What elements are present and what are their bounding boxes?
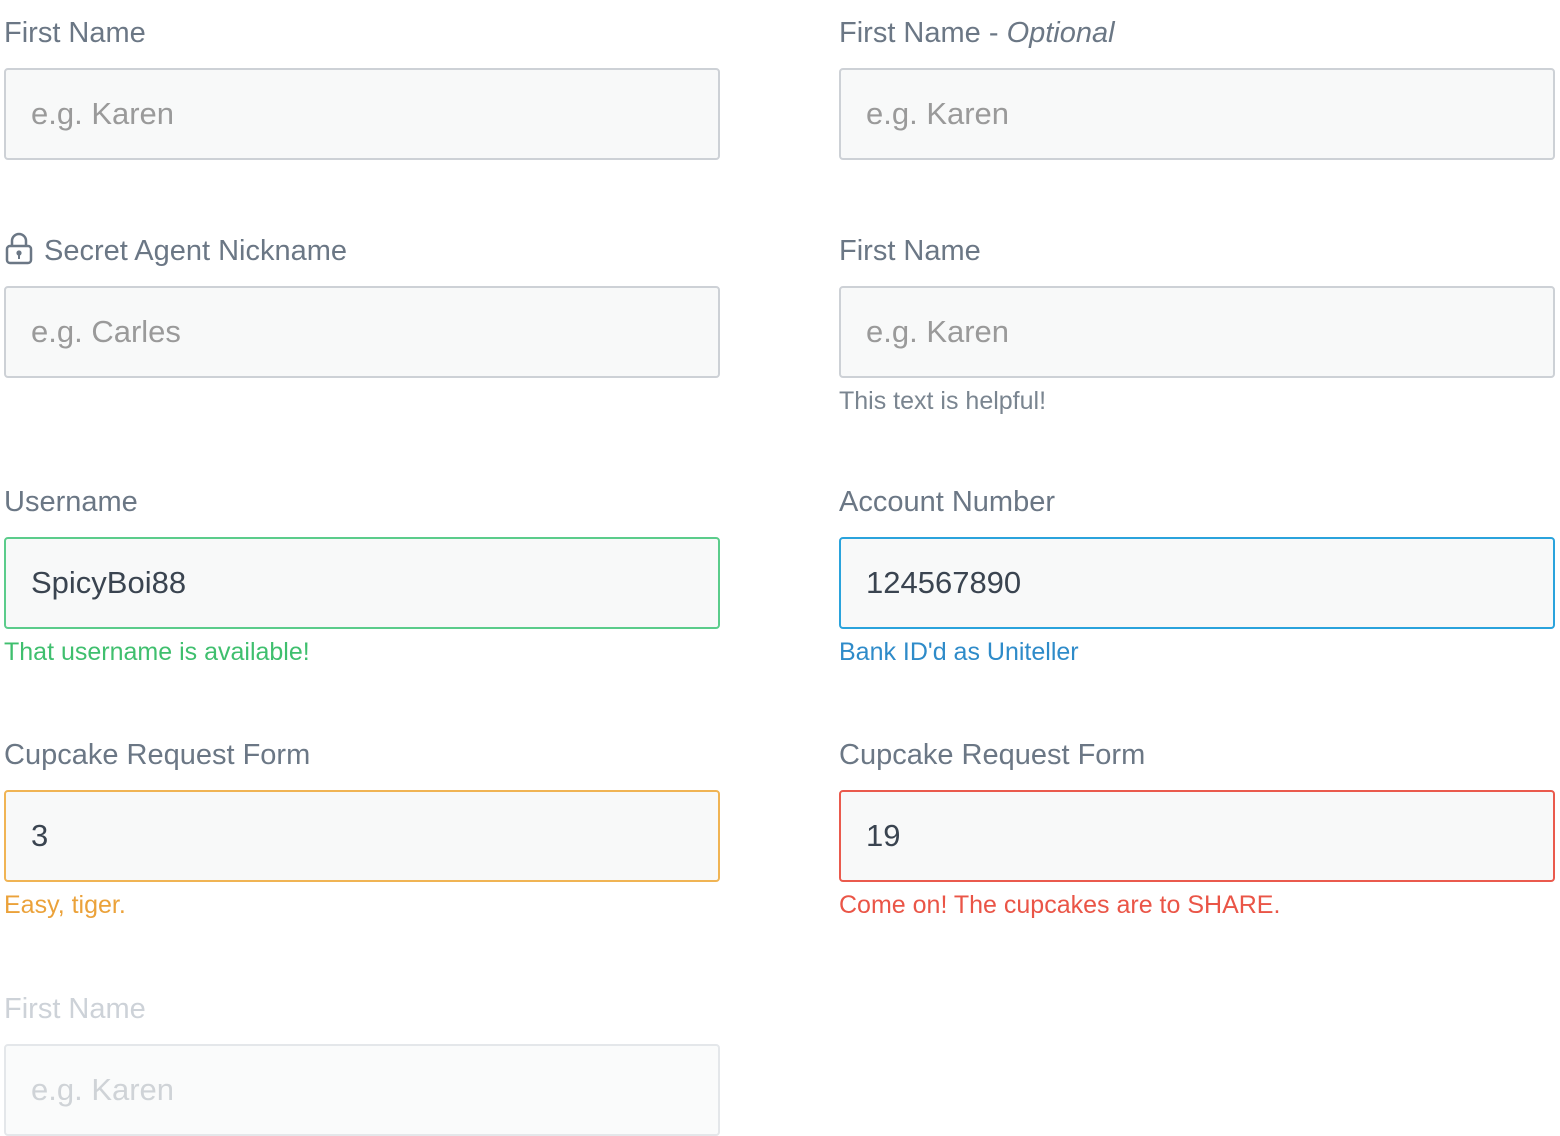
username-success-message: That username is available! xyxy=(4,638,310,666)
cupcake-error-field: Cupcake Request Form 19 Come on! The cup… xyxy=(839,738,1555,920)
cupcake-error-input[interactable]: 19 xyxy=(839,790,1555,882)
first-name-disabled-field: First Name e.g. Karen xyxy=(4,992,720,1136)
help-text: This text is helpful! xyxy=(839,387,1047,415)
cupcake-warning-label: Cupcake Request Form xyxy=(4,739,311,771)
secret-agent-nickname-field: Secret Agent Nickname e.g. Carles xyxy=(4,232,720,378)
first-name-input[interactable]: e.g. Karen xyxy=(4,68,720,160)
account-number-info-message: Bank ID'd as Uniteller xyxy=(839,638,1079,666)
cupcake-warning-input[interactable]: 3 xyxy=(4,790,720,882)
username-label: Username xyxy=(4,486,138,518)
username-field: Username SpicyBoi88 That username is ava… xyxy=(4,485,720,667)
account-number-input[interactable]: 124567890 xyxy=(839,537,1555,629)
first-name-help-input[interactable]: e.g. Karen xyxy=(839,286,1555,378)
account-number-field: Account Number 124567890 Bank ID'd as Un… xyxy=(839,485,1555,667)
secret-agent-nickname-input[interactable]: e.g. Carles xyxy=(4,286,720,378)
secret-agent-nickname-label: Secret Agent Nickname xyxy=(4,232,720,268)
first-name-disabled-input: e.g. Karen xyxy=(4,1044,720,1136)
first-name-optional-label-text: First Name - xyxy=(839,17,999,49)
first-name-optional-input[interactable]: e.g. Karen xyxy=(839,68,1555,160)
first-name-disabled-label: First Name xyxy=(4,993,146,1025)
cupcake-error-label: Cupcake Request Form xyxy=(839,739,1146,771)
first-name-label: First Name xyxy=(4,17,146,49)
first-name-field: First Name e.g. Karen xyxy=(4,16,720,160)
first-name-optional-field: First Name - Optional e.g. Karen xyxy=(839,16,1555,160)
first-name-help-label: First Name xyxy=(839,235,981,267)
cupcake-error-message: Come on! The cupcakes are to SHARE. xyxy=(839,891,1281,919)
secret-agent-nickname-label-text: Secret Agent Nickname xyxy=(44,235,348,267)
first-name-optional-label: First Name - Optional xyxy=(839,16,1555,50)
cupcake-warning-field: Cupcake Request Form 3 Easy, tiger. xyxy=(4,738,720,920)
first-name-help-field: First Name e.g. Karen This text is helpf… xyxy=(839,234,1555,416)
cupcake-warning-message: Easy, tiger. xyxy=(4,891,126,919)
optional-tag: Optional xyxy=(1006,17,1115,49)
username-input[interactable]: SpicyBoi88 xyxy=(4,537,720,629)
account-number-label: Account Number xyxy=(839,486,1055,518)
lock-icon xyxy=(4,232,34,266)
